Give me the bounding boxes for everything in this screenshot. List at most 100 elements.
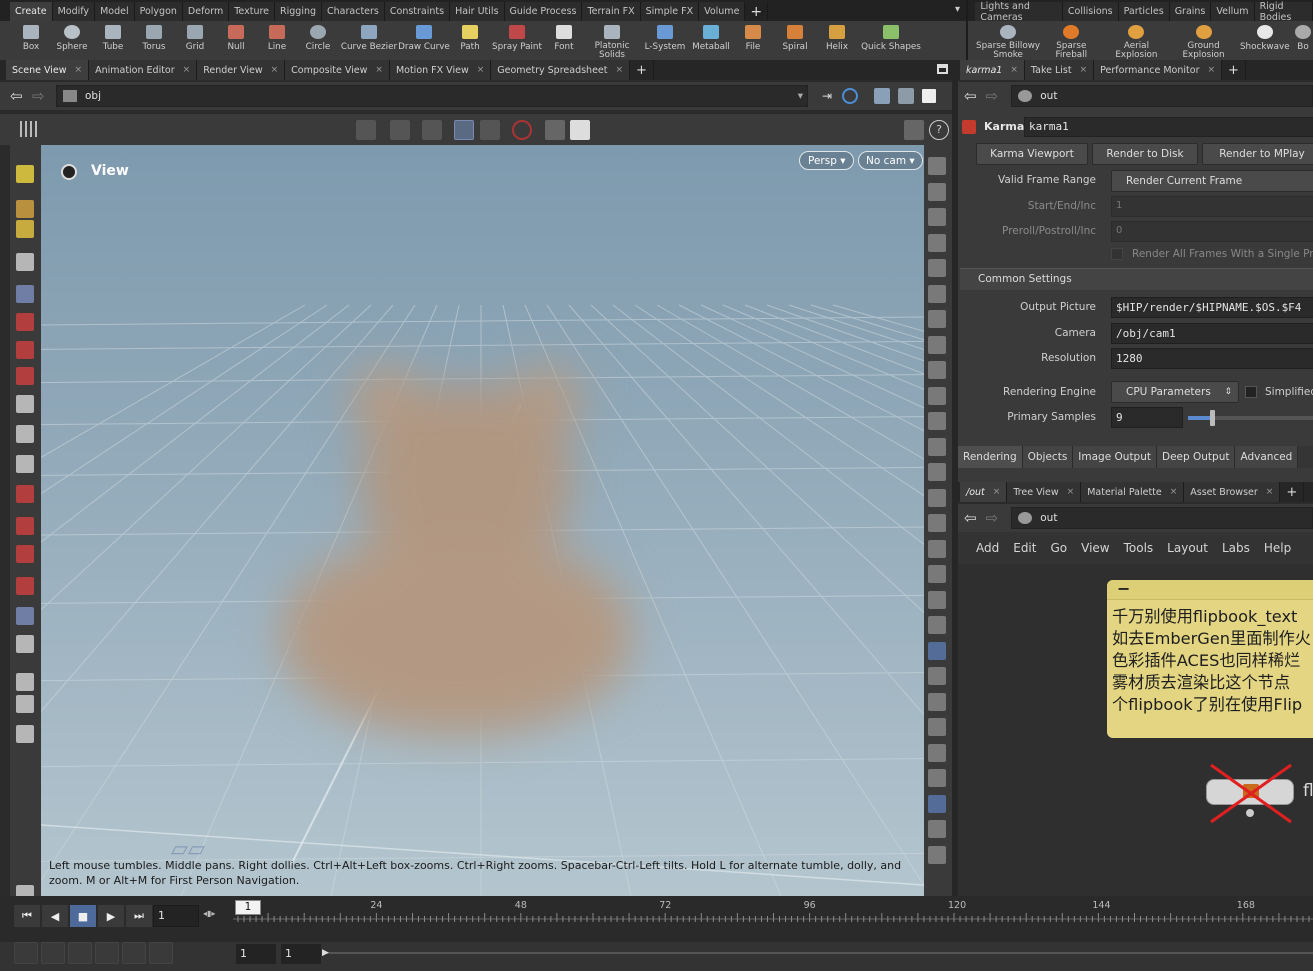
range-slider-handle[interactable]: ▶ [322, 948, 329, 958]
scene-path-field[interactable]: obj ▾ [56, 85, 808, 107]
help-icon[interactable]: ? [929, 120, 949, 140]
perspective-menu-button[interactable]: Persp ▾ [799, 151, 855, 170]
object-view-icon[interactable] [874, 88, 891, 104]
left-tool-19-icon[interactable] [16, 695, 34, 713]
left-tool-2-icon[interactable] [16, 200, 34, 218]
left-tool-15-icon[interactable] [16, 577, 34, 595]
subtab-image-output[interactable]: Image Output [1073, 446, 1157, 468]
shelf-tab-create[interactable]: Create [10, 2, 53, 21]
network-forward-icon[interactable]: ⇨ [986, 509, 1000, 527]
tool-sphere[interactable]: Sphere [50, 21, 94, 60]
add-pane-tab-button[interactable]: + [630, 60, 654, 80]
subtab-advanced[interactable]: Advanced [1235, 446, 1299, 468]
menu-labs[interactable]: Labs [1222, 541, 1250, 555]
close-tab-icon[interactable]: × [477, 65, 485, 75]
add-pane-tab-button[interactable]: + [1280, 482, 1305, 502]
tool-sparse-billowy-smoke[interactable]: Sparse Billowy Smoke [976, 21, 1040, 60]
tab-take-list[interactable]: Take List × [1024, 60, 1095, 80]
tool-aerial-explosion[interactable]: Aerial Explosion [1102, 21, 1170, 60]
scene-viewport[interactable]: View Persp ▾ No cam ▾ ▱▱ Left mouse tumb… [41, 145, 924, 896]
display-tool-12-icon[interactable] [928, 437, 946, 456]
display-tool-3-icon[interactable] [928, 208, 946, 226]
last-frame-button[interactable]: ⏭ [126, 905, 152, 927]
close-tab-icon[interactable]: × [1080, 65, 1088, 75]
subtab-deep-output[interactable]: Deep Output [1157, 446, 1236, 468]
left-tool-20-icon[interactable] [16, 725, 34, 743]
display-tool-2-icon[interactable] [928, 182, 946, 201]
current-frame-field[interactable]: 1 [153, 905, 199, 927]
shelf-tab-hair-utils[interactable]: Hair Utils [450, 2, 505, 21]
close-tab-icon[interactable]: × [993, 487, 1001, 497]
primary-samples-slider-track[interactable] [1188, 410, 1313, 426]
valid-frame-range-menu[interactable]: Render Current Frame [1111, 170, 1313, 192]
left-tool-6-icon[interactable] [16, 313, 34, 331]
maximize-pane-icon[interactable] [937, 64, 948, 74]
tab-material-palette[interactable]: Material Palette × [1081, 482, 1185, 502]
resolution-field[interactable]: 1280 [1111, 348, 1313, 369]
left-tool-3-icon[interactable] [16, 220, 34, 238]
karma-viewport-button[interactable]: Karma Viewport [976, 143, 1088, 165]
param-path-field[interactable]: out [1011, 85, 1313, 107]
global-toggle-icon[interactable] [149, 942, 173, 964]
menu-edit[interactable]: Edit [1013, 541, 1036, 555]
display-tool-17-icon[interactable] [928, 565, 946, 583]
pin-icon[interactable]: ⇥ [822, 89, 832, 103]
tool-file[interactable]: File [732, 21, 774, 60]
tool-tube[interactable]: Tube [94, 21, 132, 60]
keys-toggle-icon[interactable] [95, 942, 119, 964]
left-tool-13-icon[interactable] [16, 517, 34, 535]
snap-grid-icon[interactable] [356, 120, 376, 140]
handles-icon[interactable] [545, 120, 565, 140]
add-pane-tab-button[interactable]: + [1222, 60, 1246, 80]
close-tab-icon[interactable]: × [1067, 487, 1075, 497]
subtab-objects[interactable]: Objects [1022, 446, 1074, 468]
primary-samples-slider-handle[interactable] [1210, 410, 1215, 426]
primary-samples-field[interactable]: 9 [1111, 407, 1183, 428]
left-tool-16-icon[interactable] [16, 607, 34, 625]
left-tool-9-icon[interactable] [16, 395, 34, 413]
tool-draw-curve[interactable]: Draw Curve [398, 21, 450, 60]
snap-options-icon[interactable] [480, 120, 500, 140]
range-end-field[interactable]: 1 [281, 944, 321, 964]
loop-toggle-icon[interactable] [68, 942, 92, 964]
realtime-toggle-icon[interactable] [14, 942, 38, 964]
tab-composite-view[interactable]: Composite View × [285, 60, 390, 80]
tab-geometry-spreadsheet[interactable]: Geometry Spreadsheet × [491, 60, 631, 80]
preroll-field[interactable]: 0 [1111, 221, 1313, 242]
display-options-icon[interactable] [922, 89, 937, 103]
left-tool-17-icon[interactable] [16, 635, 34, 653]
tool-l-system[interactable]: L-System [640, 21, 690, 60]
step-frame-icon[interactable]: ◂▮▸ [203, 909, 215, 918]
network-path-field[interactable]: out [1011, 507, 1313, 529]
display-tool-16-icon[interactable] [928, 539, 946, 558]
sticky-collapse-icon[interactable]: − [1117, 579, 1130, 598]
stop-frame-button[interactable]: ■ [70, 905, 96, 927]
selection-view-icon[interactable] [898, 88, 915, 104]
display-tool-9-icon[interactable] [928, 361, 946, 379]
tool-torus[interactable]: Torus [132, 21, 176, 60]
snap-point-icon[interactable] [422, 120, 442, 140]
close-tab-icon[interactable]: × [1170, 487, 1178, 497]
left-tool-12-icon[interactable] [16, 485, 34, 503]
tool-platonic-solids[interactable]: Platonic Solids [584, 21, 640, 60]
param-forward-icon[interactable]: ⇨ [986, 87, 1000, 105]
add-shelf-tab-button[interactable]: + [745, 2, 769, 21]
shelf-tab-simple-fx[interactable]: Simple FX [640, 2, 700, 21]
tool-line[interactable]: Line [258, 21, 296, 60]
display-tool-5-icon[interactable] [928, 259, 946, 277]
shelf-tab-model[interactable]: Model [95, 2, 135, 21]
display-tool-27-icon[interactable] [928, 820, 946, 838]
shelf-tab-terrain-fx[interactable]: Terrain FX [582, 2, 641, 21]
tool-spray-paint[interactable]: Spray Paint [490, 21, 544, 60]
left-tool-4-icon[interactable] [16, 253, 34, 271]
close-tab-icon[interactable]: × [1010, 65, 1018, 75]
menu-layout[interactable]: Layout [1167, 541, 1208, 555]
node-name-field[interactable]: karma1 [1024, 117, 1313, 137]
rendering-engine-menu[interactable]: CPU Parameters ⇕ [1111, 381, 1239, 403]
tab-motion-fx-view[interactable]: Motion FX View × [389, 60, 492, 80]
display-tool-8-icon[interactable] [928, 335, 946, 354]
shelf-tab-guide-process[interactable]: Guide Process [504, 2, 583, 21]
display-tool-21-icon[interactable] [928, 667, 946, 685]
tab-render-view[interactable]: Render View × [197, 60, 286, 80]
left-tool-5-icon[interactable] [16, 285, 34, 303]
